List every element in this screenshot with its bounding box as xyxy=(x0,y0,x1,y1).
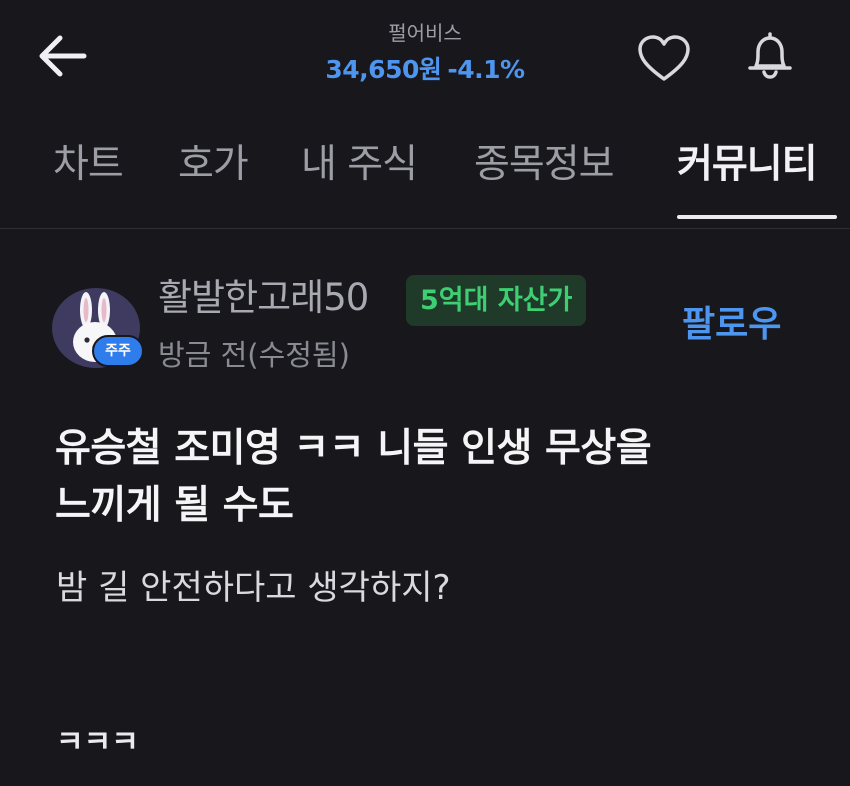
favorite-button[interactable] xyxy=(636,34,692,84)
tab-stock-info[interactable]: 종목정보 xyxy=(474,135,615,195)
post-time: 방금 전(수정됨) xyxy=(158,338,350,372)
heart-icon xyxy=(638,35,690,81)
post-body: 밤 길 안전하다고 생각하지? xyxy=(56,568,451,608)
stock-title: 펄어비스 34,650원 -4.1% xyxy=(0,20,850,86)
price-change: -4.1% xyxy=(447,55,525,84)
shareholder-badge: 주주 xyxy=(92,335,144,367)
asset-badge: 5억대 자산가 xyxy=(406,275,587,326)
tab-bar: 차트 호가 내 주식 종목정보 커뮤니티 xyxy=(0,135,850,229)
top-bar: 펄어비스 34,650원 -4.1% xyxy=(0,0,850,110)
follow-button[interactable]: 팔로우 xyxy=(682,302,781,348)
author-name[interactable]: 활발한고래50 xyxy=(158,275,369,321)
post-title-line-1: 유승철 조미영 ㅋㅋ 니들 인생 무상을 xyxy=(55,426,652,471)
tab-chart[interactable]: 차트 xyxy=(53,135,124,195)
price-row: 34,650원 -4.1% xyxy=(0,54,850,86)
post-title: 유승철 조미영 ㅋㅋ 니들 인생 무상을 느끼게 될 수도 xyxy=(55,420,815,534)
active-tab-indicator xyxy=(677,215,837,219)
tab-orderbook[interactable]: 호가 xyxy=(178,135,249,195)
tab-my-stock[interactable]: 내 주식 xyxy=(301,135,418,195)
notification-button[interactable] xyxy=(744,30,796,80)
avatar[interactable]: 주주 xyxy=(52,288,144,368)
stock-name: 펄어비스 xyxy=(388,21,462,45)
stock-price: 34,650원 xyxy=(325,55,442,84)
bell-icon xyxy=(748,32,792,79)
post-title-line-2: 느끼게 될 수도 xyxy=(55,483,294,528)
post-body-extra: ㅋㅋㅋ xyxy=(56,725,139,760)
tab-community[interactable]: 커뮤니티 xyxy=(677,135,818,195)
